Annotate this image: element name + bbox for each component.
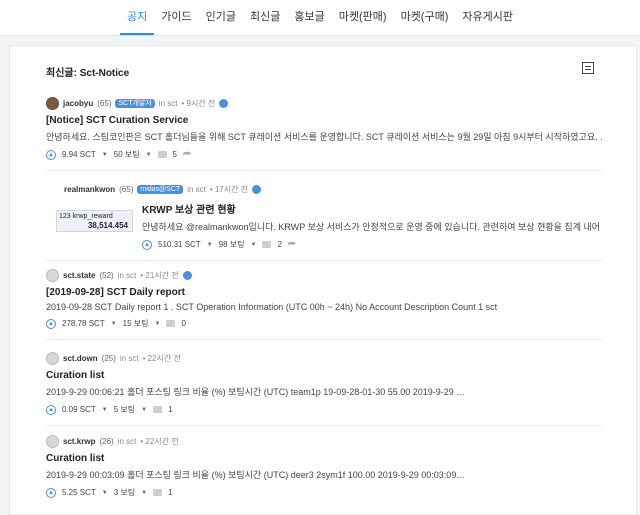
payout: 5.25 SCT <box>62 488 96 497</box>
avatar[interactable] <box>46 268 59 282</box>
payout: 9.94 SCT <box>62 150 96 159</box>
author-name[interactable]: sct.state <box>63 271 95 280</box>
chevron-down-icon[interactable]: ▼ <box>146 152 152 158</box>
comment-count: 1 <box>168 488 173 497</box>
sct-icon <box>252 184 262 194</box>
post-time: • 21시간 전 <box>140 270 179 280</box>
upvote-icon[interactable]: ▲ <box>142 239 152 250</box>
chevron-down-icon[interactable]: ▼ <box>141 490 147 496</box>
panel-title: 최신글: Sct-Notice <box>46 68 130 79</box>
tab-notice[interactable]: 공지 <box>120 0 155 35</box>
comment-icon[interactable] <box>157 151 167 158</box>
vote-count[interactable]: 15 보팅 <box>123 318 149 329</box>
payout: 278.78 SCT <box>62 319 105 328</box>
user-badge: midas@SCT <box>137 184 184 194</box>
post-excerpt[interactable]: 안녕하세요. 스팀코인판은 SCT 홀더님들을 위해 SCT 큐레이션 서비스를… <box>46 130 602 143</box>
author-name[interactable]: realmankwon <box>64 185 115 194</box>
avatar[interactable] <box>46 96 59 110</box>
reputation: (26) <box>99 436 114 446</box>
community-link[interactable]: in sct <box>118 271 137 280</box>
post-title[interactable]: Curation list <box>46 370 602 381</box>
sct-icon <box>182 270 192 280</box>
community-link[interactable]: in sct <box>187 185 206 194</box>
list-item: realmankwon (65) midas@SCT in sct • 17시간… <box>46 182 602 261</box>
comment-count: 1 <box>168 405 173 414</box>
thumb-label: krwp_reward <box>72 213 113 220</box>
comment-count: 0 <box>181 319 186 328</box>
community-link[interactable]: in sct <box>120 354 139 363</box>
community-link[interactable]: in sct <box>159 99 178 108</box>
list-item: sct.down (25) in sct • 22시간 전 Curation l… <box>46 351 602 426</box>
chevron-down-icon[interactable]: ▼ <box>102 152 108 158</box>
list-item: sct.state (52) in sct • 21시간 전 [2019-09-… <box>46 268 602 340</box>
payout: 0.09 SCT <box>62 405 96 414</box>
post-excerpt[interactable]: 2019-09-28 SCT Daily report 1 . SCT Oper… <box>46 302 602 312</box>
post-excerpt[interactable]: 2019-9-29 00:03:09 홀더 포스팅 링크 비율 (%) 보팅시간… <box>46 468 602 481</box>
post-time: • 22시간 전 <box>140 436 179 446</box>
comment-icon[interactable] <box>153 406 163 413</box>
sct-icon <box>219 98 229 108</box>
comment-count: 2 <box>277 240 282 249</box>
chevron-down-icon[interactable]: ▼ <box>251 242 257 248</box>
reputation: (52) <box>99 270 114 280</box>
post-time: • 9시간 전 <box>181 98 216 108</box>
upvote-icon[interactable]: ▲ <box>46 487 56 498</box>
chevron-down-icon[interactable]: ▼ <box>155 321 161 327</box>
vote-count[interactable]: 50 보팅 <box>114 149 140 160</box>
vote-count[interactable]: 98 보팅 <box>219 239 245 250</box>
post-thumbnail[interactable]: 123 krwp_reward 38,514.454 <box>56 210 133 232</box>
author-name[interactable]: sct.down <box>63 354 98 363</box>
tab-market-sell[interactable]: 마켓(판매) <box>332 0 394 35</box>
reputation: (25) <box>101 353 116 363</box>
avatar[interactable] <box>46 351 59 365</box>
post-list-panel: 최신글: Sct-Notice jacobyu (65) SCT개발자 in s… <box>9 45 637 515</box>
share-icon[interactable]: ⮫ <box>288 239 296 250</box>
comment-icon[interactable] <box>153 489 163 496</box>
chevron-down-icon[interactable]: ▼ <box>102 407 108 413</box>
post-title[interactable]: [2019-09-28] SCT Daily report <box>46 287 602 298</box>
list-item: jacobyu (65) SCT개발자 in sct • 9시간 전 [Noti… <box>46 96 602 171</box>
reputation: (65) <box>119 184 134 194</box>
tab-latest[interactable]: 최신글 <box>243 0 287 35</box>
vote-count[interactable]: 3 보팅 <box>114 487 135 498</box>
post-excerpt[interactable]: 안녕하세요 @realmankwon입니다. KRWP 보상 서비스가 안정적으… <box>142 220 602 233</box>
comment-count: 5 <box>172 150 177 159</box>
user-badge: SCT개발자 <box>115 98 155 108</box>
tab-popular[interactable]: 인기글 <box>199 0 243 35</box>
tab-free-board[interactable]: 자유게시판 <box>455 0 520 35</box>
payout: 510.31 SCT <box>158 240 201 249</box>
chevron-down-icon[interactable]: ▼ <box>207 242 213 248</box>
upvote-icon[interactable]: ▲ <box>46 318 56 329</box>
avatar[interactable] <box>46 434 59 448</box>
upvote-icon[interactable]: ▲ <box>46 149 56 160</box>
post-title[interactable]: KRWP 보상 관련 현황 <box>142 201 602 216</box>
comment-icon[interactable] <box>262 241 272 248</box>
upvote-icon[interactable]: ▲ <box>46 404 56 415</box>
tab-promo[interactable]: 홍보글 <box>287 0 331 35</box>
chevron-down-icon[interactable]: ▼ <box>111 321 117 327</box>
tab-guide[interactable]: 가이드 <box>154 0 198 35</box>
share-icon[interactable]: ⮫ <box>183 149 191 160</box>
post-title[interactable]: Curation list <box>46 453 602 464</box>
thumb-value: 38,514.454 <box>87 221 128 230</box>
post-excerpt[interactable]: 2019-9-29 00:06:21 홀더 포스팅 링크 비율 (%) 보팅시간… <box>46 385 602 398</box>
vote-count[interactable]: 5 보팅 <box>114 404 135 415</box>
author-name[interactable]: jacobyu <box>63 99 93 108</box>
chevron-down-icon[interactable]: ▼ <box>141 407 147 413</box>
tab-market-buy[interactable]: 마켓(구매) <box>394 0 456 35</box>
thumb-number: 123 <box>59 213 71 220</box>
list-item: sct.krwp (26) in sct • 22시간 전 Curation l… <box>46 434 602 508</box>
post-time: • 22시간 전 <box>142 353 181 363</box>
post-title[interactable]: [Notice] SCT Curation Service <box>46 115 602 126</box>
chevron-down-icon[interactable]: ▼ <box>102 490 108 496</box>
top-nav: 공지 가이드 인기글 최신글 홍보글 마켓(판매) 마켓(구매) 자유게시판 <box>0 0 640 36</box>
list-view-icon[interactable] <box>582 62 594 74</box>
author-name[interactable]: sct.krwp <box>63 437 95 446</box>
comment-icon[interactable] <box>166 320 176 327</box>
post-time: • 17시간 전 <box>209 184 249 194</box>
reputation: (65) <box>97 98 112 108</box>
community-link[interactable]: in sct <box>118 437 137 446</box>
